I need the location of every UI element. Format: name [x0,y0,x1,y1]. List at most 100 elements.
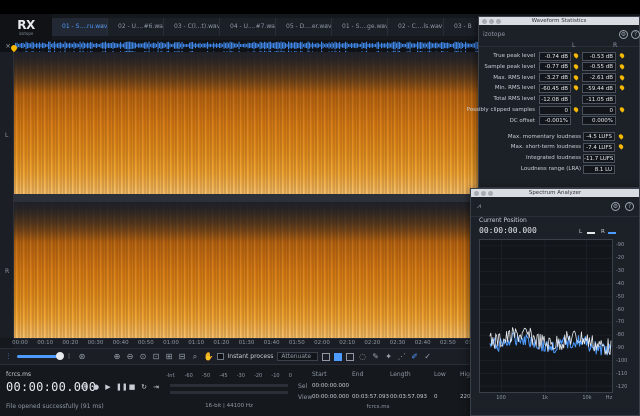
locate-right-pin-icon[interactable] [618,106,626,113]
close-tab-icon[interactable]: × [100,18,105,36]
locate-right-pin-icon[interactable] [618,63,626,70]
sel-start-value[interactable]: 00:00:00.000 [312,383,349,389]
view-end-value[interactable]: 00:03:57.093 [352,394,389,400]
stats-row: Min. RMS level -60.45 dB -59.44 dB [479,83,640,94]
close-tab-icon[interactable]: × [324,18,329,36]
spectrum-plot[interactable] [479,239,613,393]
harmonic-select-icon[interactable]: ⋰ [397,352,406,361]
loudness-row-label: Max. momentary loudness [507,133,581,140]
sel-header-end: End [352,371,364,378]
spectrum-y-tick: -50 [616,293,625,300]
view-length-value[interactable]: 00:03:57.093 [390,394,427,400]
hand-tool-icon[interactable]: ✋ [204,352,214,361]
file-tab[interactable]: 02 - C....ls.wav × [388,18,444,36]
stats-left-value: -12.08 dB [539,94,571,104]
settings-icon[interactable]: ⊛ [78,352,87,361]
brush-tool-icon[interactable]: ✎ [371,352,380,361]
time-freq-selection-tool-icon[interactable] [334,352,343,361]
time-selection-tool-icon[interactable] [322,352,331,361]
minimize-window-icon[interactable] [489,18,494,24]
opacity-slider[interactable] [17,352,64,360]
close-tab-icon[interactable]: × [380,18,385,36]
stats-right-value: 0.000% [582,116,616,126]
freq-selection-tool-icon[interactable] [346,352,355,361]
stats-left-value: -60.45 dB [539,83,571,93]
time-tick: 00:00 [12,340,28,346]
current-position-label: Current Position [479,217,527,224]
zoom-time-icon[interactable]: ⊡ [152,352,161,361]
zoom-in-icon[interactable]: ⊕ [113,352,122,361]
magic-wand-icon[interactable]: ✦ [384,352,393,361]
stats-row: Sample peak level -0.77 dB -0.55 dB [479,62,640,73]
zoom-out-icon[interactable]: ⊖ [126,352,135,361]
zoom-fit-icon[interactable]: ⊟ [178,352,187,361]
waveform-statistics-titlebar[interactable]: Waveform Statistics [479,17,639,25]
spectrum-y-tick: -80 [616,332,625,339]
sa-settings-icon[interactable]: ⚙ [611,202,620,211]
zoom-selection-icon[interactable]: ⊙ [139,352,148,361]
stats-right-value: 0 [582,105,616,115]
locate-left-pin-icon[interactable] [572,106,580,113]
spectrum-analyzer-titlebar[interactable]: Spectrum Analyzer [471,189,639,197]
zoom-window-icon[interactable] [496,18,501,24]
locate-left-pin-icon[interactable] [572,84,580,92]
headphones-icon[interactable]: ☊ [80,383,88,391]
loudness-value: -11.7 LUFS [583,153,615,163]
zoom-freq-icon[interactable]: ⊞ [165,352,174,361]
sa-close-window-icon[interactable] [474,190,479,196]
time-tick: 02:50 [439,340,456,346]
instant-process-label: Instant process [227,353,274,360]
sa-minimize-window-icon[interactable] [481,190,486,196]
time-tick: 01:40 [263,340,280,346]
freq-high-value[interactable]: 220 [460,394,471,400]
freq-low-value[interactable]: 0 [434,394,438,400]
close-tab-icon[interactable]: × [268,18,273,36]
spectrum-y-tick: -100 [616,358,628,365]
locate-right-pin-icon[interactable] [618,52,626,59]
stats-row: Possibly clipped samples 0 0 [467,105,640,116]
file-tab[interactable]: 02 - U....#6.wav × [108,18,164,36]
record-button[interactable]: ● [92,383,100,391]
sa-help-icon[interactable]: ? [625,202,634,211]
close-tab-icon[interactable]: × [212,18,217,36]
locate-left-pin-icon[interactable] [572,73,580,81]
pause-button[interactable]: ❚❚ [116,383,128,391]
file-tab[interactable]: 01 - S....ge.wav × [332,18,388,36]
locate-loudness-pin-icon[interactable] [617,132,625,140]
spectrum-left-curve [489,327,612,356]
sa-zoom-window-icon[interactable] [488,190,493,196]
pencil-tool-icon[interactable]: ✐ [410,352,419,361]
locate-loudness-pin-icon[interactable] [617,143,625,151]
logo-sub: izotope [18,31,34,36]
lasso-tool-icon[interactable]: ◌ [358,352,367,361]
time-tick: 00:30 [87,340,104,346]
file-tab[interactable]: 05 - D....er.wav × [276,18,332,36]
skip-button[interactable]: ⇥ [152,383,160,391]
instant-process-checkbox[interactable] [216,353,224,360]
file-tab[interactable]: 01 - S....ru.wav × [52,18,108,36]
locate-left-pin-icon[interactable] [572,63,580,70]
locate-right-pin-icon[interactable] [618,73,626,81]
loop-button[interactable]: ↻ [140,383,148,391]
close-window-icon[interactable] [482,18,487,24]
waveform-spectrogram-toggle-icon[interactable]: ⫶ [4,352,13,361]
gain-tool-icon[interactable]: ✓ [423,352,432,361]
spectrum-y-tick: -70 [616,319,625,326]
file-tab[interactable]: 03 - C(l...t).wav × [164,18,220,36]
close-tab-icon[interactable]: × [156,18,161,36]
ws-help-icon[interactable]: ? [631,30,640,39]
meter-scale-label: -50 [201,373,211,379]
play-button[interactable]: ▶ [104,383,112,391]
ws-settings-icon[interactable]: ⚙ [619,30,628,39]
locate-right-pin-icon[interactable] [618,84,626,92]
zoom-tool-icon[interactable]: ⌕ [191,352,200,361]
locate-left-pin-icon[interactable] [572,52,580,59]
waveform-view-icon[interactable]: ⁝ [65,352,74,361]
spectrum-analyzer-title: Spectrum Analyzer [528,190,582,196]
file-tab[interactable]: 04 - U....#7.wav × [220,18,276,36]
view-start-value[interactable]: 00:00:00.000 [312,394,349,400]
loudness-value: -4.5 LUFS [583,132,615,142]
instant-process-mode-select[interactable]: Attenuate [277,352,319,361]
stop-button[interactable]: ■ [128,383,136,391]
close-tab-icon[interactable]: × [436,18,441,36]
